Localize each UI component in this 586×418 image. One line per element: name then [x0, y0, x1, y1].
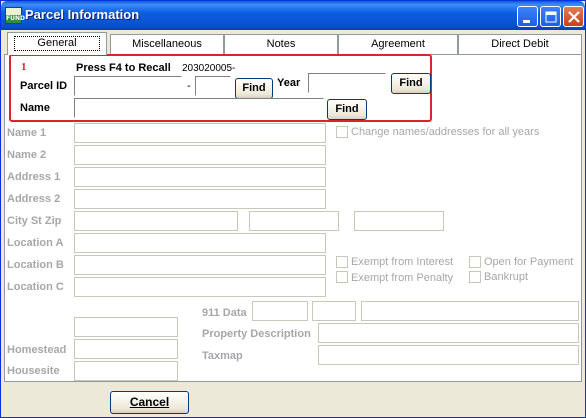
data-911-field-2 — [312, 301, 356, 321]
location-c-label: Location C — [7, 281, 64, 293]
tab-general-label: General — [14, 36, 100, 51]
app-icon-text: FUND — [6, 15, 25, 22]
change-names-label: Change names/addresses for all years — [351, 126, 540, 138]
location-b-label: Location B — [7, 259, 64, 271]
bankrupt-label: Bankrupt — [484, 271, 529, 283]
name-label: Name — [20, 102, 50, 114]
name1-label: Name 1 — [7, 127, 47, 139]
tab-notes[interactable]: Notes — [224, 34, 338, 54]
data-911-field-3 — [361, 301, 579, 321]
city-st-zip-label: City St Zip — [7, 215, 62, 227]
name1-field — [74, 123, 326, 143]
location-c-field — [74, 277, 326, 297]
open-payment-checkbox — [469, 256, 481, 268]
address2-label: Address 2 — [7, 193, 61, 205]
year-input[interactable] — [308, 73, 386, 93]
housesite-field — [74, 361, 178, 381]
app-icon: FUND — [5, 7, 25, 24]
location-a-label: Location A — [7, 237, 64, 249]
homestead-field-1 — [74, 317, 178, 337]
tab-agreement[interactable]: Agreement — [338, 34, 458, 54]
find-year-button[interactable]: Find — [391, 73, 431, 94]
change-names-checkbox — [336, 126, 348, 138]
location-a-field — [74, 233, 326, 253]
tab-miscellaneous[interactable]: Miscellaneous — [110, 34, 224, 54]
minimize-button[interactable] — [517, 6, 538, 27]
open-payment-label: Open for Payment — [484, 256, 574, 268]
city-field — [74, 211, 238, 231]
data-911-label: 911 Data — [202, 307, 247, 319]
recall-hint: Press F4 to Recall — [76, 62, 171, 74]
parcel-id-suffix-input[interactable] — [195, 76, 231, 96]
title-bar[interactable]: FUND Parcel Information — [1, 1, 585, 30]
taxmap-label: Taxmap — [202, 350, 243, 362]
location-b-field — [74, 255, 326, 275]
homestead-field-2 — [74, 339, 178, 359]
exempt-penalty-checkbox — [336, 271, 348, 283]
address1-field — [74, 167, 326, 187]
parcel-number-display: 203020005- — [182, 63, 236, 74]
parcel-id-label: Parcel ID — [20, 80, 68, 92]
tab-general[interactable]: General — [7, 32, 107, 55]
parcel-id-input[interactable] — [74, 76, 182, 96]
close-button[interactable] — [563, 6, 584, 27]
tab-direct-debit[interactable]: Direct Debit — [458, 34, 582, 54]
taxmap-field — [318, 345, 579, 365]
find-parcel-button[interactable]: Find — [235, 78, 273, 99]
data-911-field-1 — [252, 301, 308, 321]
parcel-information-window: FUND Parcel Information General Miscella… — [0, 0, 586, 418]
property-description-field — [318, 323, 579, 343]
address2-field — [74, 189, 326, 209]
property-description-label: Property Description — [202, 328, 311, 340]
address1-label: Address 1 — [7, 171, 61, 183]
housesite-label: Housesite — [7, 365, 60, 377]
year-label: Year — [277, 77, 301, 89]
maximize-button[interactable] — [540, 6, 561, 27]
step-number: 1 — [21, 61, 27, 73]
homestead-label: Homestead — [7, 344, 67, 356]
find-name-button[interactable]: Find — [327, 99, 367, 120]
cancel-button-label: Cancel — [129, 395, 170, 409]
name2-label: Name 2 — [7, 149, 47, 161]
parcel-id-separator: - — [187, 80, 191, 92]
exempt-penalty-label: Exempt from Penalty — [351, 272, 454, 284]
minimize-icon — [523, 20, 530, 23]
name-search-input[interactable] — [74, 98, 324, 118]
state-field — [249, 211, 339, 231]
cancel-button[interactable]: Cancel — [110, 391, 189, 414]
zip-field — [354, 211, 444, 231]
exempt-interest-checkbox — [336, 256, 348, 268]
window-title: Parcel Information — [25, 7, 140, 22]
exempt-interest-label: Exempt from Interest — [351, 256, 454, 268]
maximize-icon — [545, 11, 557, 23]
close-icon — [568, 11, 580, 23]
name2-field — [74, 145, 326, 165]
bankrupt-checkbox — [469, 271, 481, 283]
